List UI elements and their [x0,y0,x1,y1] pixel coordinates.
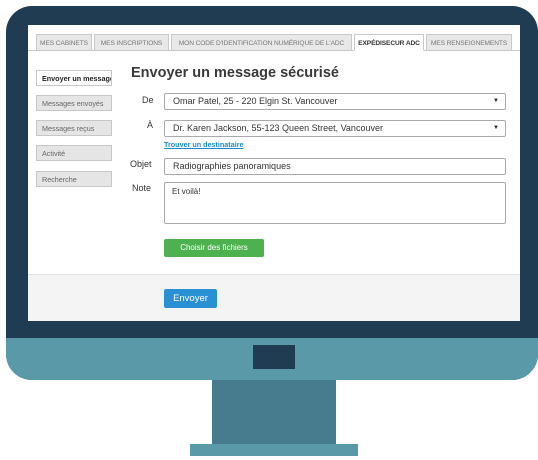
send-button[interactable]: Envoyer [164,289,217,308]
note-label: Note [132,183,152,193]
tab-mes-renseignements[interactable]: MES RENSEIGNEMENTS [426,34,512,51]
note-textarea[interactable]: Et voilà! [164,182,506,224]
sidebar-item-envoyer[interactable]: Envoyer un message [36,70,112,86]
find-recipient-link[interactable]: Trouver un destinataire [164,140,243,149]
monitor-stand-neck [212,380,336,444]
form-footer [28,274,520,321]
from-label: De [142,95,154,105]
tab-mes-cabinets[interactable]: MES CABINETS [36,34,92,51]
tab-bar: MES CABINETS MES INSCRIPTIONS MON CODE D… [28,25,520,55]
chevron-down-icon: ▼ [493,98,499,104]
monitor-logo [253,345,295,369]
monitor-stand-base [190,444,358,456]
chevron-down-icon: ▼ [493,125,499,131]
subject-input[interactable]: Radiographies panoramiques [164,158,506,175]
page-title: Envoyer un message sécurisé [131,65,339,81]
sidebar-item-recus[interactable]: Messages reçus [36,120,112,136]
from-select[interactable]: Omar Patel, 25 - 220 Elgin St. Vancouver… [164,93,506,110]
to-value: Dr. Karen Jackson, 55-123 Queen Street, … [173,123,383,133]
tab-code-identification[interactable]: MON CODE D'IDENTIFICATION NUMÉRIQUE DE L… [171,34,352,51]
sidebar-item-recherche[interactable]: Recherche [36,171,112,187]
to-label: À [147,120,154,130]
choose-files-button[interactable]: Choisir des fichiers [164,239,264,257]
subject-label: Objet [130,159,152,169]
tab-mes-inscriptions[interactable]: MES INSCRIPTIONS [94,34,169,51]
tab-expedisecur[interactable]: EXPÉDISECUR ADC [354,34,424,51]
sidebar-item-envoyes[interactable]: Messages envoyés [36,95,112,111]
app-screen: MES CABINETS MES INSCRIPTIONS MON CODE D… [28,25,520,321]
from-value: Omar Patel, 25 - 220 Elgin St. Vancouver [173,96,338,106]
to-select[interactable]: Dr. Karen Jackson, 55-123 Queen Street, … [164,120,506,137]
sidebar-item-activite[interactable]: Activité [36,145,112,161]
